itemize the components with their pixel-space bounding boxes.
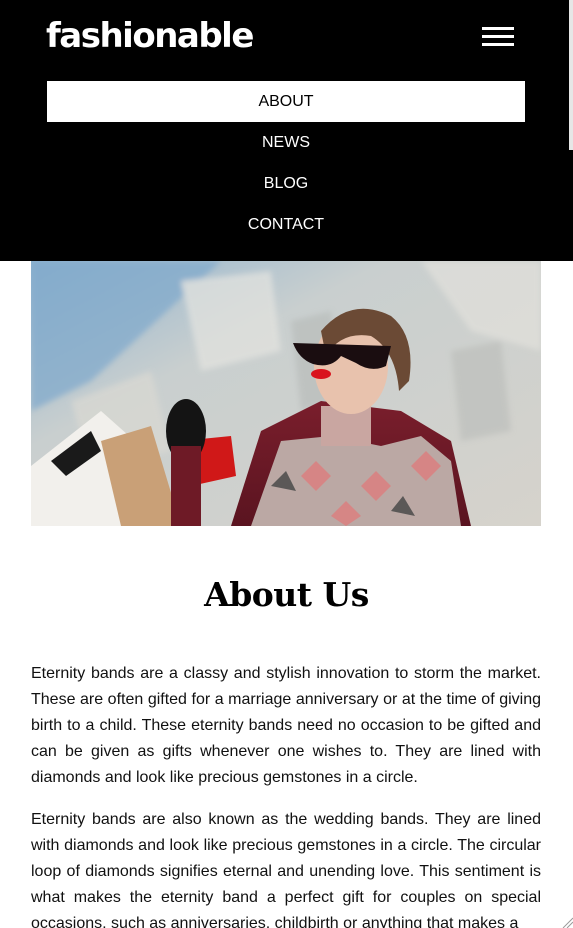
about-paragraph: Eternity bands are also known as the wed… [31,811,541,928]
hamburger-line [482,43,514,46]
site-header: fashionable ABOUT NEWS BLOG CONTACT [0,0,573,261]
main-nav: ABOUT NEWS BLOG CONTACT [47,81,525,245]
hamburger-menu-icon[interactable] [482,27,514,47]
hero-image [31,261,541,526]
scrollbar-thumb[interactable] [569,0,573,150]
about-content: Eternity bands are a classy and stylish … [31,661,541,928]
hamburger-line [482,35,514,38]
page-title: About Us [204,575,369,614]
about-paragraph: Eternity bands are a classy and stylish … [31,665,541,786]
nav-item-about[interactable]: ABOUT [47,81,525,122]
nav-item-news[interactable]: NEWS [47,122,525,163]
hero-photo [31,261,541,526]
site-logo[interactable]: fashionable [46,14,254,58]
hamburger-line [482,27,514,30]
nav-item-contact[interactable]: CONTACT [47,204,525,245]
resize-grip-icon[interactable] [561,916,573,928]
nav-item-blog[interactable]: BLOG [47,163,525,204]
